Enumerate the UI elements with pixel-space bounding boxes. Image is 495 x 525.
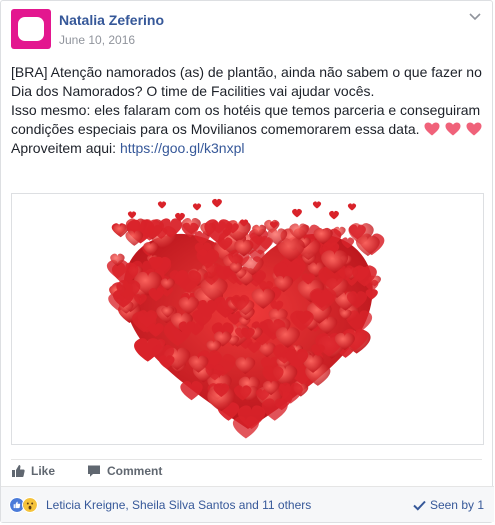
comment-button[interactable]: Comment — [87, 464, 162, 478]
heart-emoji-icon — [424, 122, 440, 136]
link-prefix: Aproveitem aqui: — [11, 140, 120, 156]
comment-label: Comment — [107, 464, 163, 478]
reaction-names[interactable]: Leticia Kreigne, Sheila Silva Santos and… — [46, 498, 311, 512]
post-text-paragraph-3: Aproveitem aqui: https://goo.gl/k3nxpl — [11, 139, 486, 158]
post-date[interactable]: June 10, 2016 — [59, 33, 135, 47]
comment-icon — [88, 465, 100, 477]
red-heart-image-icon — [106, 198, 385, 439]
author-name[interactable]: Natalia Zeferino — [59, 12, 164, 28]
post-card: Natalia Zeferino June 10, 2016 [BRA] Ate… — [0, 0, 494, 523]
heart-emojis — [424, 122, 482, 136]
checkmark-icon — [413, 500, 426, 511]
reactions-bar: Leticia Kreigne, Sheila Silva Santos and… — [1, 486, 494, 522]
post-header: Natalia Zeferino June 10, 2016 — [11, 9, 482, 51]
like-button[interactable]: Like — [11, 464, 55, 478]
post-text-paragraph-2: Isso mesmo: eles falaram com os hotéis q… — [11, 101, 486, 139]
heart-emoji-icon — [466, 122, 482, 136]
thumbs-up-icon — [12, 465, 25, 477]
like-label: Like — [31, 464, 56, 478]
chevron-down-icon[interactable] — [468, 11, 482, 23]
post-text-paragraph-1: [BRA] Atenção namorados (as) de plantão,… — [11, 64, 482, 99]
avatar-logo — [18, 17, 44, 41]
wow-reaction-icon — [22, 497, 38, 513]
seen-label: Seen by 1 — [429, 498, 484, 512]
reaction-icons[interactable] — [9, 497, 38, 513]
post-text-line-2: Isso mesmo: eles falaram com os hotéis q… — [11, 102, 481, 137]
heart-emoji-icon — [445, 122, 461, 136]
post-link[interactable]: https://goo.gl/k3nxpl — [120, 140, 245, 156]
post-body: [BRA] Atenção namorados (as) de plantão,… — [11, 63, 486, 158]
post-actions: Like Comment — [11, 459, 482, 484]
post-image[interactable] — [11, 193, 484, 445]
avatar[interactable] — [11, 9, 51, 49]
seen-by[interactable]: Seen by 1 — [413, 498, 484, 512]
